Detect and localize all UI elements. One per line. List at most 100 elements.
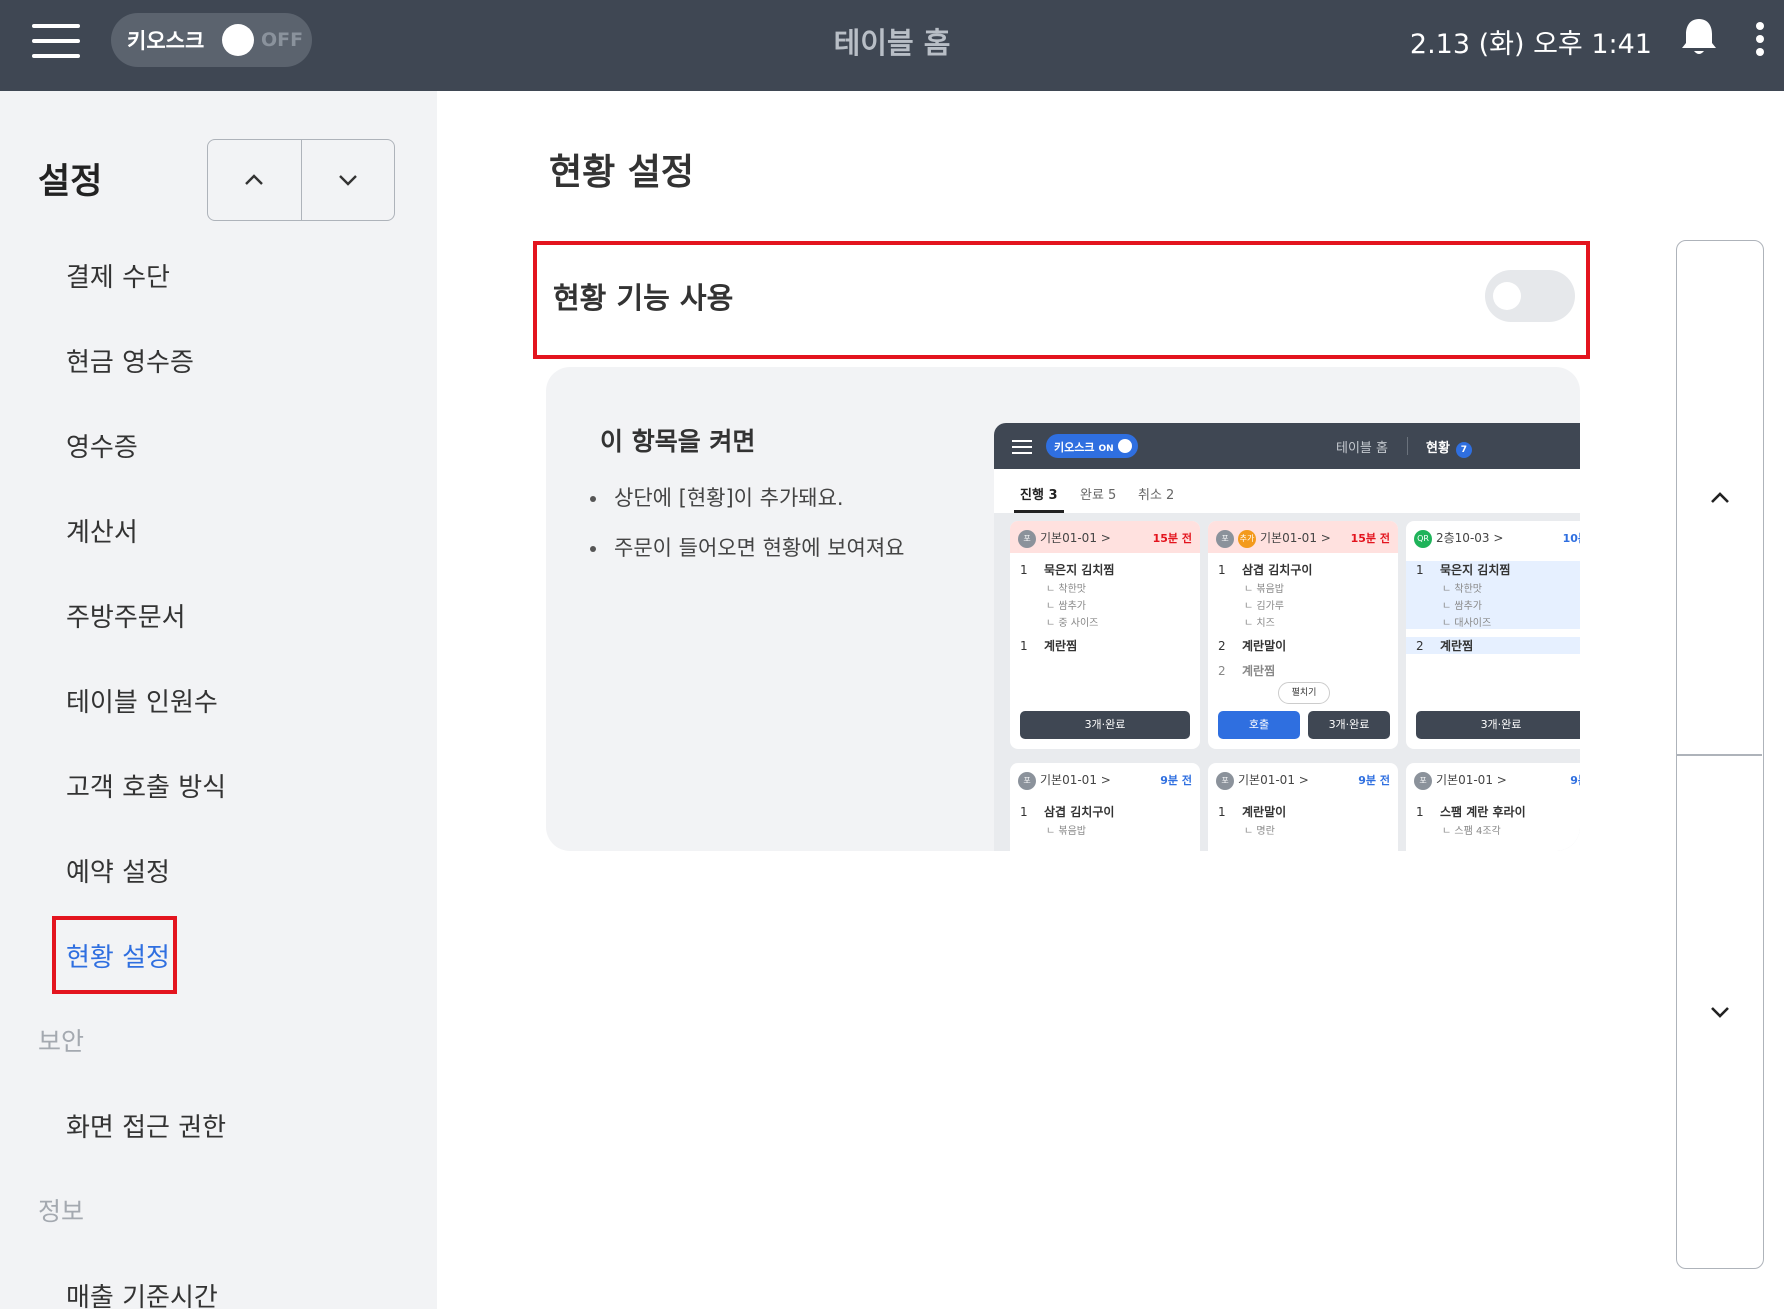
preview-kiosk-state: ON (1098, 444, 1114, 454)
sidebar-item-kitchen-order[interactable]: 주방주문서 (66, 597, 186, 634)
more-vertical-icon[interactable] (1754, 22, 1766, 58)
preview-kiosk-pill: 키오스크 ON (1046, 434, 1138, 458)
order-item: 계란말이 (1242, 639, 1287, 653)
order-option: ㄴ 치즈 (1244, 618, 1275, 629)
order-qty: 1 (1020, 805, 1028, 819)
order-option: ㄴ 쌈추가 (1046, 601, 1086, 612)
page-title: 현황 설정 (549, 152, 695, 193)
feature-label: 현황 기능 사용 (553, 281, 734, 315)
preview-divider (1407, 437, 1408, 455)
order-qty: 1 (1218, 563, 1226, 577)
sidebar-item-receipt[interactable]: 영수증 (66, 427, 138, 464)
preview-tab-cancel: 취소 2 (1138, 488, 1175, 503)
sidebar-item-customer-call[interactable]: 고객 호출 방식 (66, 767, 226, 804)
status-feature-toggle[interactable] (1485, 270, 1575, 322)
info-heading: 이 항목을 켜면 (600, 427, 756, 456)
order-time: 9분 전 (1160, 774, 1192, 787)
order-option: ㄴ 착한맛 (1046, 584, 1086, 595)
sidebar-title: 설정 (38, 162, 103, 202)
order-option: ㄴ 중 사이즈 (1046, 618, 1099, 629)
order-time: 10분 (1562, 532, 1580, 545)
order-header: 포 기본01-01 > 9분 (1406, 763, 1580, 795)
preview-order-card: 포 기본01-01 > 9분 1 스팸 계란 후라이 ㄴ 스팸 4조각 (1406, 763, 1580, 851)
order-table: 기본01-01 > (1238, 773, 1309, 787)
order-qty: 1 (1218, 805, 1226, 819)
order-option: ㄴ 김가루 (1244, 601, 1284, 612)
order-item: 삼겹 김치구이 (1044, 805, 1115, 819)
page-scroll-down-button[interactable] (1677, 756, 1762, 1268)
sidebar-section-security: 보안 (38, 1027, 85, 1056)
sidebar-item-reservation[interactable]: 예약 설정 (66, 852, 170, 889)
info-bullet: 주문이 들어오면 현황에 보여져요 (590, 532, 905, 562)
order-line: 1 삼겹 김치구이 (1208, 561, 1398, 578)
preview-tab-done: 완료 5 (1080, 488, 1117, 503)
order-header: 포 기본01-01 > 9분 전 (1010, 763, 1200, 795)
order-option: ㄴ 볶음밥 (1244, 584, 1284, 595)
menu-icon (1012, 440, 1032, 454)
sidebar-item-invoice[interactable]: 계산서 (66, 512, 138, 549)
sidebar-scroll-down-button[interactable] (302, 140, 395, 220)
order-table: 기본01-01 > (1040, 531, 1111, 545)
order-item: 묵은지 김치찜 (1440, 563, 1511, 577)
sidebar-item-sales-cutoff[interactable]: 매출 기준시간 (66, 1277, 218, 1314)
sidebar-item-payment-method[interactable]: 결제 수단 (66, 257, 170, 294)
order-line: 1 묵은지 김치찜 (1406, 561, 1580, 578)
order-line: 2 계란찜 (1208, 662, 1398, 679)
status-preview-image: 키오스크 ON 테이블 홈 현황 7 진행 3 완료 5 취소 2 포 기본01-01… (994, 423, 1580, 851)
order-item: 삼겹 김치구이 (1242, 563, 1313, 577)
sidebar-nav-arrows (207, 139, 395, 221)
order-line: 1 묵은지 김치찜 (1010, 561, 1200, 578)
order-header: 포 추가 기본01-01 > 15분 전 (1208, 521, 1398, 553)
order-qty: 2 (1218, 639, 1226, 653)
order-item: 스팸 계란 후라이 (1440, 805, 1526, 819)
chevron-down-icon (338, 175, 357, 186)
order-line: 1 계란찜 (1010, 637, 1200, 654)
order-time: 9분 전 (1358, 774, 1390, 787)
order-qty: 2 (1218, 664, 1226, 678)
order-option: ㄴ 착한맛 (1406, 578, 1580, 595)
sidebar-item-screen-access[interactable]: 화면 접근 권한 (66, 1107, 226, 1144)
order-qty: 1 (1020, 563, 1028, 577)
feature-toggle-row: 현황 기능 사용 (533, 241, 1590, 359)
order-item: 계란말이 (1242, 805, 1287, 819)
preview-order-card: 포 기본01-01 > 9분 전 1 삼겹 김치구이 ㄴ 볶음밥 (1010, 763, 1200, 851)
order-item: 계란찜 (1440, 639, 1474, 653)
order-complete-button: 3개·완료 (1416, 711, 1580, 739)
order-badge: 포 (1018, 771, 1036, 790)
order-header: 포 기본01-01 > 9분 전 (1208, 763, 1398, 795)
active-item-highlight (52, 916, 177, 994)
order-badge: 포 (1216, 529, 1234, 548)
order-table: 2층10-03 > (1436, 531, 1504, 545)
chevron-up-icon (1710, 491, 1729, 503)
preview-order-card: 포 기본01-01 > 15분 전 1 묵은지 김치찜 ㄴ 착한맛 ㄴ 쌈추가 ㄴ 중… (1010, 521, 1200, 749)
sidebar-scroll-up-button[interactable] (208, 140, 302, 220)
preview-status-count: 7 (1455, 442, 1472, 458)
preview-tabs: 진행 3 완료 5 취소 2 (994, 469, 1580, 513)
preview-top-bar: 키오스크 ON 테이블 홈 현황 7 (994, 423, 1580, 469)
bullet-text: 주문이 들어오면 현황에 보여져요 (614, 536, 905, 560)
info-bullet: 상단에 [현황]이 추가돼요. (590, 482, 844, 512)
order-time: 9분 (1570, 774, 1580, 787)
preview-tab-progress: 진행 3 (1020, 488, 1058, 503)
bell-icon[interactable] (1679, 16, 1719, 58)
order-qty: 1 (1416, 563, 1424, 577)
bullet-text: 상단에 [현황]이 추가돼요. (614, 486, 844, 510)
order-option: ㄴ 볶음밥 (1046, 826, 1086, 837)
sidebar-item-table-headcount[interactable]: 테이블 인원수 (66, 682, 218, 719)
order-item: 묵은지 김치찜 (1044, 563, 1115, 577)
sidebar-item-cash-receipt[interactable]: 현금 영수증 (66, 342, 194, 379)
order-expand-chip: 펼치기 (1278, 682, 1330, 704)
order-option: ㄴ 대사이즈 (1406, 612, 1580, 629)
order-time: 15분 전 (1350, 532, 1390, 545)
preview-home-label: 테이블 홈 (1336, 441, 1388, 456)
order-badge: 포 (1018, 529, 1036, 548)
order-line: 1 계란말이 (1208, 803, 1398, 820)
preview-order-card: QR 2층10-03 > 10분 1 묵은지 김치찜 ㄴ 착한맛 ㄴ 쌈추가 ㄴ 대사… (1406, 521, 1580, 749)
order-badge: 포 (1216, 771, 1234, 790)
sidebar-section-info: 정보 (38, 1197, 85, 1226)
order-item: 계란찜 (1044, 639, 1078, 653)
clock: 2.13 (화) 오후 1:41 (1409, 29, 1652, 60)
order-item: 계란찜 (1242, 664, 1276, 678)
order-line: 2 계란말이 (1208, 637, 1398, 654)
page-scroll-up-button[interactable] (1677, 241, 1762, 754)
